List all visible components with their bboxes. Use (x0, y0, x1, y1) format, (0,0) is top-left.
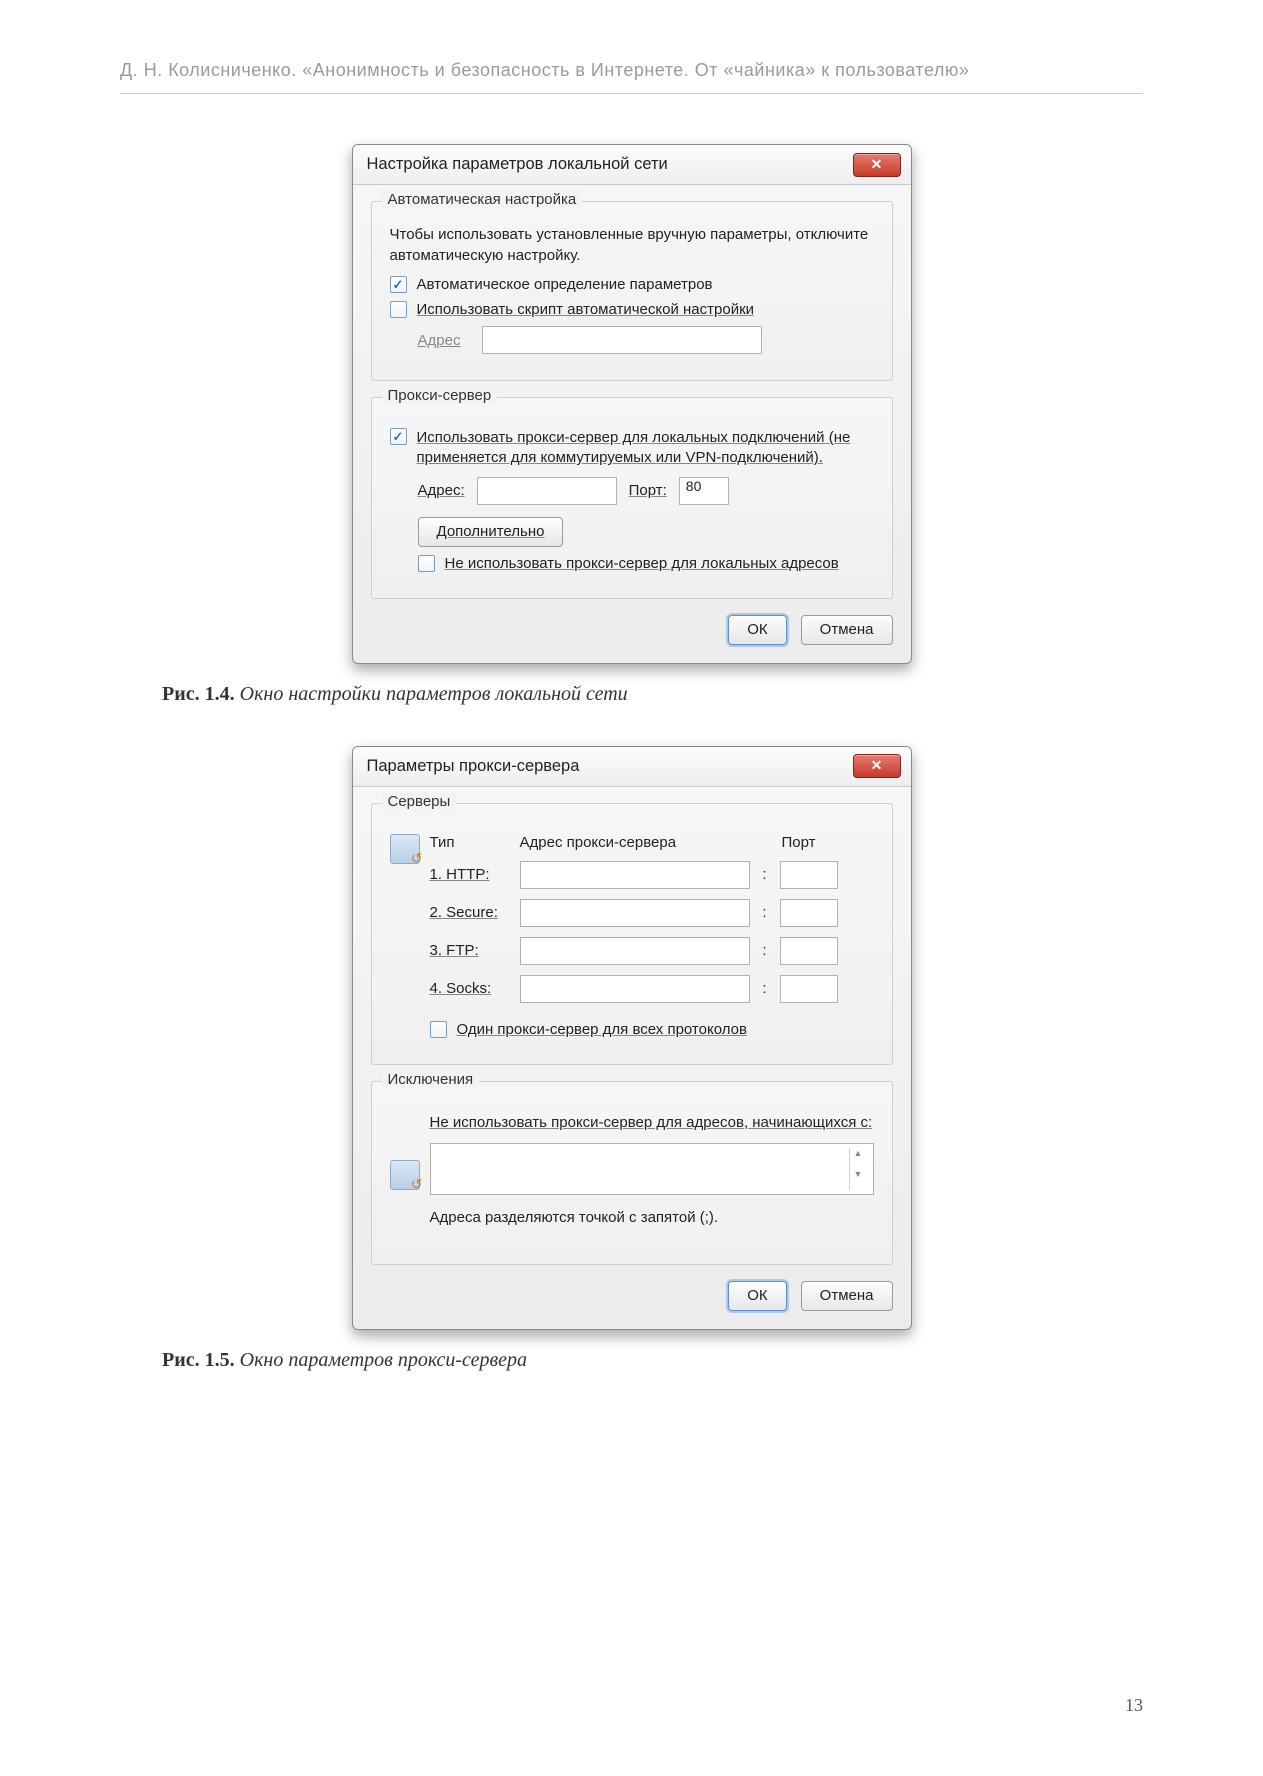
row-ftp-port[interactable] (780, 937, 838, 965)
exceptions-icon (390, 1160, 420, 1190)
row-socks-port[interactable] (780, 975, 838, 1003)
label-one-for-all: Один прокси-сервер для всех протоколов (457, 1021, 747, 1038)
col-type: Тип (430, 834, 510, 851)
checkbox-bypass-local[interactable] (418, 555, 435, 572)
caption-1-5-prefix: Рис. 1.5. (162, 1349, 235, 1371)
row-http-port[interactable] (780, 861, 838, 889)
caption-1-5-text: Окно параметров прокси-сервера (235, 1349, 527, 1371)
dialog2-titlebar: Параметры прокси-сервера ✕ (353, 747, 911, 787)
dialog2-title: Параметры прокси-сервера (367, 757, 580, 776)
row-http-type: 1. HTTP: (430, 866, 510, 883)
group-auto: Автоматическая настройка Чтобы использов… (371, 201, 893, 381)
proxy-addr-input[interactable] (477, 477, 617, 505)
row-secure-port[interactable] (780, 899, 838, 927)
checkbox-usescript[interactable] (390, 301, 407, 318)
checkbox-autodetect[interactable] (390, 276, 407, 293)
label-usescript: Использовать скрипт автоматической настр… (417, 301, 755, 318)
ok-button[interactable]: ОК (728, 615, 786, 645)
colon: : (760, 980, 770, 997)
checkbox-useproxy[interactable] (390, 428, 407, 445)
label-useproxy: Использовать прокси-сервер для локальных… (417, 428, 874, 469)
colon: : (760, 904, 770, 921)
cancel-button[interactable]: Отмена (801, 1281, 893, 1311)
auto-desc: Чтобы использовать установленные вручную… (390, 224, 874, 266)
scroll-icon[interactable]: ▲▼ (849, 1148, 867, 1190)
row-socks-addr[interactable] (520, 975, 750, 1003)
close-icon[interactable]: ✕ (853, 754, 901, 778)
row-secure-type: 2. Secure: (430, 904, 510, 921)
dialog-lan-settings: Настройка параметров локальной сети ✕ Ав… (352, 144, 912, 664)
servers-icon (390, 834, 420, 864)
group-auto-legend: Автоматическая настройка (382, 191, 583, 208)
advanced-button[interactable]: Дополнительно (418, 517, 564, 547)
col-port: Порт (782, 834, 842, 851)
dialog1-title: Настройка параметров локальной сети (367, 155, 668, 174)
row-ftp-type: 3. FTP: (430, 942, 510, 959)
colon: : (760, 866, 770, 883)
group-proxy-legend: Прокси-сервер (382, 387, 498, 404)
exceptions-desc: Не использовать прокси-сервер для адресо… (430, 1112, 874, 1133)
close-icon[interactable]: ✕ (853, 153, 901, 177)
col-addr: Адрес прокси-сервера (520, 834, 750, 851)
proxy-port-label: Порт: (629, 482, 667, 499)
exceptions-textarea[interactable]: ▲▼ (430, 1143, 874, 1195)
caption-1-4-prefix: Рис. 1.4. (162, 683, 235, 705)
row-ftp-addr[interactable] (520, 937, 750, 965)
exceptions-hint: Адреса разделяются точкой с запятой (;). (430, 1207, 874, 1228)
group-servers-legend: Серверы (382, 793, 457, 810)
proxy-addr-label: Адрес: (418, 482, 465, 499)
group-exceptions: Исключения Не использовать прокси-сервер… (371, 1081, 893, 1265)
row-secure-addr[interactable] (520, 899, 750, 927)
advanced-button-label: Дополнительно (437, 523, 545, 540)
checkbox-one-for-all[interactable] (430, 1021, 447, 1038)
label-bypass-local: Не использовать прокси-сервер для локаль… (445, 555, 839, 572)
dialog-proxy-settings: Параметры прокси-сервера ✕ Серверы Тип А… (352, 746, 912, 1330)
dialog1-titlebar: Настройка параметров локальной сети ✕ (353, 145, 911, 185)
colon: : (760, 942, 770, 959)
group-exceptions-legend: Исключения (382, 1071, 480, 1088)
script-addr-input[interactable] (482, 326, 762, 354)
caption-1-5: Рис. 1.5. Окно параметров прокси-сервера (162, 1349, 1143, 1372)
caption-1-4-text: Окно настройки параметров локальной сети (235, 683, 628, 705)
group-servers: Серверы Тип Адрес прокси-сервера Порт 1.… (371, 803, 893, 1065)
label-autodetect: Автоматическое определение параметров (417, 276, 713, 293)
script-addr-label: Адрес (418, 332, 472, 349)
caption-1-4: Рис. 1.4. Окно настройки параметров лока… (162, 683, 1143, 706)
proxy-port-input[interactable]: 80 (679, 477, 729, 505)
row-socks-type: 4. Socks: (430, 980, 510, 997)
ok-button[interactable]: ОК (728, 1281, 786, 1311)
page-header: Д. Н. Колисниченко. «Анонимность и безоп… (120, 60, 1143, 94)
page-number: 13 (1125, 1695, 1143, 1716)
cancel-button[interactable]: Отмена (801, 615, 893, 645)
group-proxy: Прокси-сервер Использовать прокси-сервер… (371, 397, 893, 599)
row-http-addr[interactable] (520, 861, 750, 889)
